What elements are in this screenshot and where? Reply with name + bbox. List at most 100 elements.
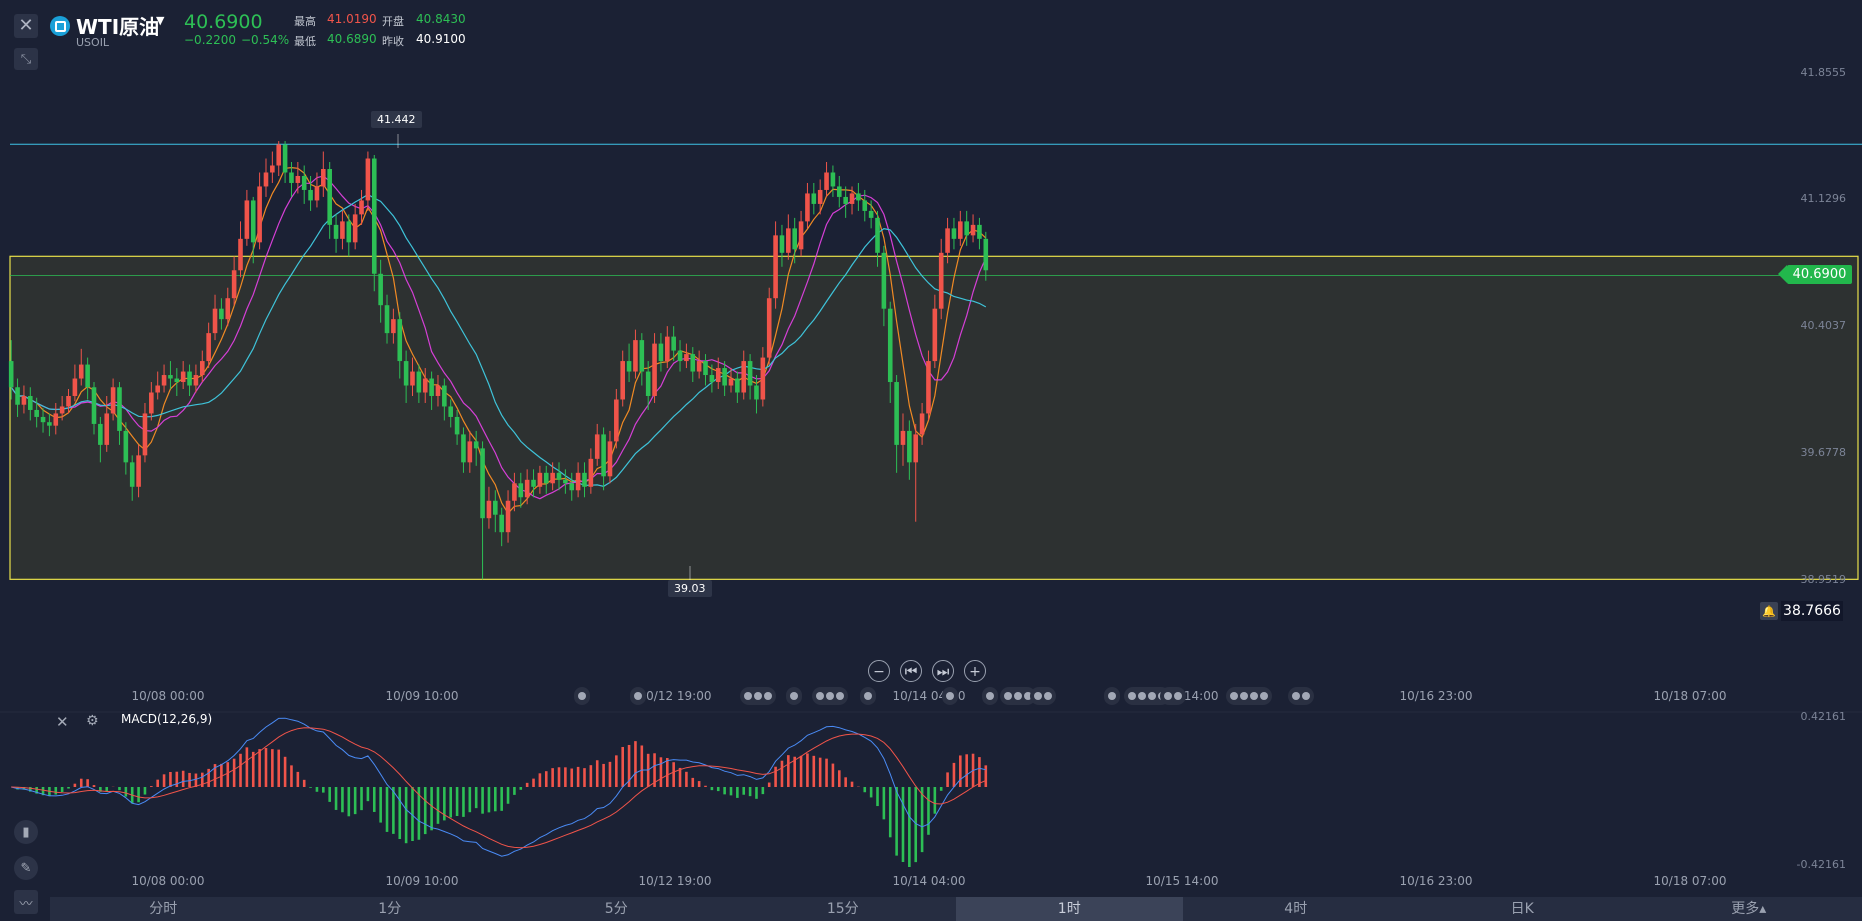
price-axis-label: 39.6778 <box>1800 446 1847 459</box>
candle-body <box>467 441 473 463</box>
event-marker[interactable] <box>1104 687 1120 705</box>
candle-body <box>556 472 562 480</box>
bell-icon[interactable]: 🔔 <box>1760 602 1778 620</box>
candle-body <box>340 221 345 239</box>
event-marker[interactable] <box>942 687 958 705</box>
period-tab-more[interactable]: 更多▴ <box>1636 897 1862 921</box>
candle-body <box>53 413 59 426</box>
candle-body <box>480 448 485 519</box>
candle-body <box>913 434 919 463</box>
price-axis-label: 38.9519 <box>1800 573 1847 586</box>
candle-body <box>531 479 536 487</box>
candle-body <box>735 378 740 393</box>
line-tool-icon[interactable]: 〰 <box>14 890 38 914</box>
candle-body <box>206 333 211 362</box>
close-indicator-icon[interactable]: ✕ <box>56 713 69 731</box>
period-tab[interactable]: 分时 <box>50 897 277 921</box>
event-marker[interactable] <box>630 687 646 705</box>
period-tab[interactable]: 5分 <box>503 897 730 921</box>
price-chart[interactable] <box>0 0 1862 921</box>
candle-body <box>849 193 855 204</box>
event-marker[interactable] <box>1288 687 1314 705</box>
candle-body <box>486 500 492 519</box>
candle-body <box>442 385 447 407</box>
candle-body <box>314 186 320 201</box>
candle-body <box>843 196 848 204</box>
candle-body <box>715 368 721 383</box>
expand-icon[interactable]: ⤡ <box>14 48 38 70</box>
period-tab[interactable]: 1分 <box>277 897 504 921</box>
price-change-pct: −0.54% <box>241 33 290 47</box>
candle-body <box>543 472 549 484</box>
candle-body <box>448 406 454 417</box>
macd-time-label: 10/14 04:00 <box>892 874 966 888</box>
event-marker[interactable] <box>1160 687 1186 705</box>
candle-body <box>161 375 167 386</box>
period-tab-active[interactable]: 1时 <box>956 897 1183 921</box>
event-marker[interactable] <box>740 687 776 705</box>
scroll-end-icon[interactable]: ⏭ <box>932 660 954 682</box>
candle-body <box>499 514 504 533</box>
candle-body <box>550 472 555 484</box>
price-alert[interactable]: 🔔 38.7666 <box>1760 601 1843 621</box>
candle-body <box>594 434 600 459</box>
macd-label: MACD(12,26,9) <box>121 712 213 726</box>
candle-body <box>225 298 231 320</box>
candle-body <box>652 343 657 396</box>
candle-body <box>938 252 944 309</box>
event-marker[interactable] <box>786 687 802 705</box>
candle-body <box>321 168 326 187</box>
current-price-tag: 40.6900 <box>1778 265 1852 284</box>
candle-body <box>977 224 982 239</box>
indicator-tool-icon[interactable]: ▮ <box>14 820 38 844</box>
event-marker[interactable] <box>812 687 848 705</box>
candle-body <box>257 186 262 243</box>
period-tab[interactable]: 4时 <box>1183 897 1410 921</box>
candle-body <box>263 172 269 187</box>
event-marker[interactable] <box>982 687 998 705</box>
candle-body <box>78 364 84 379</box>
symbol-dropdown-icon[interactable]: ▼ <box>156 14 164 27</box>
period-tab[interactable]: 15分 <box>730 897 957 921</box>
candle-body <box>403 361 409 386</box>
candle-body <box>588 458 594 487</box>
zoom-in-icon[interactable]: + <box>964 660 986 682</box>
candle-body <box>773 235 778 299</box>
candle-body <box>168 375 173 379</box>
candle-body <box>875 217 880 253</box>
candle-body <box>193 375 199 386</box>
event-marker[interactable] <box>860 687 876 705</box>
candle-body <box>238 238 243 271</box>
indicator-settings-icon[interactable]: ⚙ <box>86 713 99 729</box>
event-marker[interactable] <box>1226 687 1272 705</box>
candle-body <box>786 228 791 253</box>
candle-body <box>741 361 747 393</box>
candle-body <box>817 189 823 204</box>
close-icon[interactable]: ✕ <box>14 14 38 38</box>
candle-body <box>524 479 530 498</box>
candle-body <box>690 354 696 372</box>
scroll-start-icon[interactable]: ⏮ <box>900 660 922 682</box>
candle-body <box>881 252 887 309</box>
macd-axis-top: 0.42161 <box>1800 710 1847 723</box>
macd-dif-line <box>11 717 986 857</box>
pen-tool-icon[interactable]: ✎ <box>14 856 38 880</box>
candle-body <box>703 361 708 376</box>
event-marker[interactable] <box>1030 687 1056 705</box>
candle-body <box>779 235 785 253</box>
candle-body <box>250 200 256 243</box>
candle-body <box>575 472 581 491</box>
period-tab[interactable]: 日K <box>1409 897 1636 921</box>
zoom-out-icon[interactable]: − <box>868 660 890 682</box>
candle-body <box>327 168 332 225</box>
low-label: 最低 <box>294 35 316 48</box>
event-marker[interactable] <box>574 687 590 705</box>
low-value: 40.6890 <box>327 32 377 46</box>
candle-body <box>187 371 192 386</box>
macd-dea-line <box>11 727 987 849</box>
candle-body <box>289 172 294 183</box>
candle-body <box>199 361 205 376</box>
candle-body <box>830 172 836 187</box>
candle-body <box>21 395 27 405</box>
candle-body <box>747 361 753 386</box>
